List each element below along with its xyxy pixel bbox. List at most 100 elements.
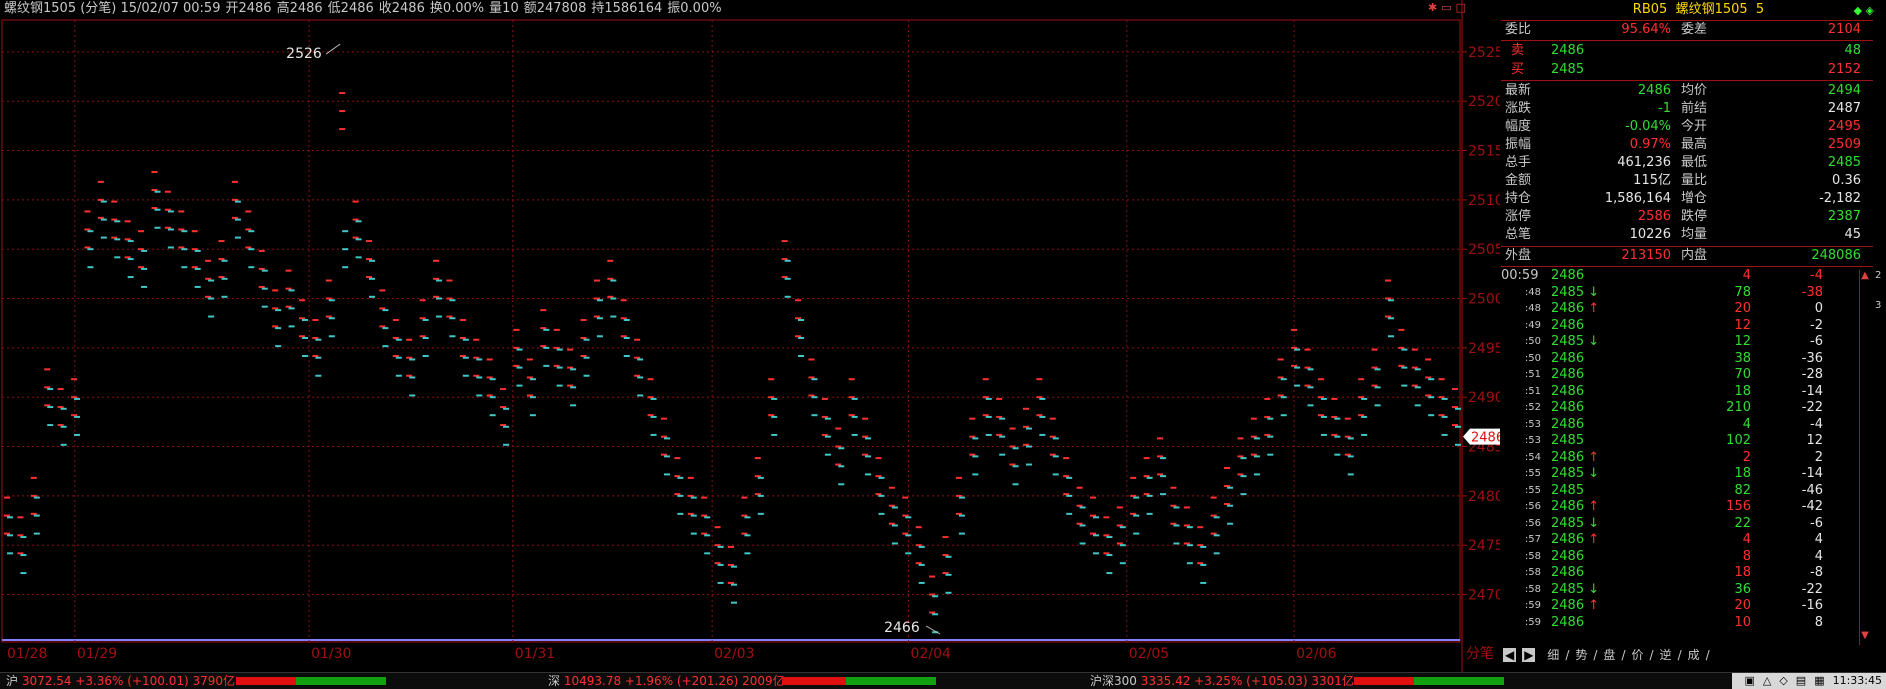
stat-value: 2487 (1827, 101, 1861, 116)
side-tab-2[interactable]: 3 (1875, 300, 1885, 311)
printer-icon[interactable]: ▣ (1744, 674, 1754, 687)
tick-row[interactable]: :56 2485 ↓ 22 -6 (1501, 516, 1857, 532)
y-tick-label: 2490 (1468, 390, 1500, 406)
tick-row[interactable]: :53 2485 102 12 (1501, 433, 1857, 449)
x-tick-label: 02/04 (911, 646, 951, 662)
hs300-index[interactable]: 沪深300 3335.42 +3.25% (+105.03) 3301亿 (1090, 673, 1354, 689)
next-page-icon[interactable]: ▶ (1522, 648, 1536, 662)
doc-icon[interactable]: ▤ (1796, 674, 1806, 687)
tab-separator: / (1621, 648, 1626, 662)
tick-row[interactable]: :59 2486 10 8 (1501, 615, 1857, 631)
tick-price-value: 2485 (1551, 466, 1585, 481)
tick-row[interactable]: :52 2486 210 -22 (1501, 400, 1857, 416)
stat-value: -1 (1658, 101, 1671, 116)
hs300-index-name: 沪深300 (1090, 674, 1137, 688)
stat-value: 10226 (1629, 227, 1671, 242)
sh-down-bar (296, 677, 386, 685)
tick-row[interactable]: :59 2486 ↑ 20 -16 (1501, 598, 1857, 614)
tick-row[interactable]: :51 2486 70 -28 (1501, 367, 1857, 383)
panel-tab[interactable]: 逆 (1660, 648, 1672, 662)
sell-row[interactable]: 卖 2486 48 (1501, 42, 1873, 60)
tick-price: 2486 ↑ (1551, 301, 1599, 317)
weibi-row: 委比 95.64% 委差 2104 (1501, 21, 1873, 39)
contract-suffix: 5 (1755, 2, 1765, 17)
prev-page-icon[interactable]: ◀ (1503, 648, 1517, 662)
tick-volume: 78 (1734, 284, 1751, 300)
tick-oi-change: -6 (1810, 515, 1823, 531)
toggle-icon[interactable]: ◈ (1866, 4, 1874, 17)
waipan-label: 外盘 (1505, 248, 1532, 263)
side-tab-1[interactable]: 2 (1875, 270, 1885, 281)
tick-row[interactable]: :48 2485 ↓ 78 -38 (1501, 285, 1857, 301)
tick-scrollbar[interactable] (1859, 270, 1872, 645)
stat-value: 461,236 (1617, 155, 1671, 170)
tick-price-value: 2486 (1551, 383, 1585, 399)
panel-tab[interactable]: 成 (1688, 648, 1700, 662)
tick-oi-change: -22 (1801, 400, 1823, 415)
tag-icon[interactable]: ◇ (1779, 674, 1787, 687)
chat-icon[interactable]: ▦ (1814, 674, 1824, 687)
tick-row[interactable]: :55 2485 ↓ 18 -14 (1501, 466, 1857, 482)
tick-price: 2486 (1551, 367, 1584, 383)
tick-chart[interactable]: 螺纹钢1505 (分笔) 15/02/07 00:59 开2486 高2486 低24… (0, 0, 1500, 672)
scroll-up-icon[interactable]: ▲ (1859, 270, 1871, 282)
panel-tab[interactable]: 势 (1575, 648, 1587, 662)
stat-label: 今开 (1681, 119, 1708, 134)
sz-index[interactable]: 深 10493.78 +1.96% (+201.26) 2009亿 (548, 673, 785, 689)
panel-tab[interactable]: 盘 (1603, 648, 1615, 662)
tick-row[interactable]: :55 2485 82 -46 (1501, 483, 1857, 499)
tick-row[interactable]: :56 2486 ↑ 156 -42 (1501, 499, 1857, 515)
pin-icon[interactable]: ◆ (1854, 4, 1862, 17)
tick-row[interactable]: :53 2486 4 -4 (1501, 417, 1857, 433)
stat-label: 前结 (1681, 101, 1708, 116)
tick-price-value: 2486 (1551, 548, 1585, 564)
tick-price: 2486 (1551, 318, 1584, 334)
buy-row[interactable]: 买 2485 2152 (1501, 61, 1873, 79)
stat-label: 涨跌 (1505, 101, 1532, 116)
tick-row[interactable]: :58 2486 8 4 (1501, 549, 1857, 565)
tick-oi-change: -14 (1801, 466, 1823, 481)
tick-time: :48 (1524, 286, 1541, 298)
tick-time: :55 (1524, 484, 1541, 496)
sh-index[interactable]: 沪 3072.54 +3.36% (+100.01) 3790亿 (6, 673, 235, 689)
tick-row[interactable]: :54 2486 ↑ 2 2 (1501, 450, 1857, 466)
stat-label: 总笔 (1505, 227, 1532, 242)
tick-row[interactable]: :49 2486 12 -2 (1501, 318, 1857, 334)
buy-volume: 2152 (1827, 62, 1861, 77)
tick-time: :58 (1524, 583, 1541, 595)
tick-row[interactable]: :57 2486 ↑ 4 4 (1501, 532, 1857, 548)
contract-code: RB05 (1632, 2, 1668, 17)
chart-canvas[interactable]: 2470247524802485249024952500250525102515… (0, 0, 1500, 672)
tick-oi-change: -38 (1801, 284, 1823, 300)
tick-time: :52 (1524, 402, 1541, 413)
clock-time: 11:33:45 (1832, 674, 1882, 687)
tick-row[interactable]: :51 2486 18 -14 (1501, 384, 1857, 400)
panel-tab[interactable]: 细 (1547, 648, 1559, 662)
stat-value: 2485 (1827, 155, 1861, 170)
y-tick-label: 2520 (1468, 94, 1500, 110)
tick-row[interactable]: 00:59 2486 4 -4 (1501, 268, 1857, 284)
panel-header: RB05 螺纹钢1505 5 ◆ ◈ (1501, 0, 1886, 20)
tick-time: :57 (1524, 534, 1541, 545)
tick-row[interactable]: :50 2486 38 -36 (1501, 351, 1857, 367)
scroll-down-icon[interactable]: ▼ (1859, 630, 1871, 642)
tick-volume: 156 (1726, 499, 1751, 514)
x-tick-label: 02/06 (1296, 646, 1336, 662)
sz-down-bar (846, 677, 936, 685)
tick-time: :58 (1524, 567, 1541, 578)
panel-tab[interactable]: 价 (1631, 648, 1643, 662)
tick-row[interactable]: :50 2485 ↓ 12 -6 (1501, 334, 1857, 350)
tick-time: :55 (1524, 468, 1541, 479)
tick-time: :50 (1524, 336, 1541, 347)
tick-row[interactable]: :48 2486 ↑ 20 0 (1501, 301, 1857, 317)
tick-row[interactable]: :58 2485 ↓ 36 -22 (1501, 582, 1857, 598)
stat-value: 2586 (1637, 209, 1671, 224)
x-tick-label: 01/28 (7, 646, 47, 662)
stat-value: 2387 (1827, 209, 1861, 224)
tick-volume: 82 (1734, 482, 1751, 498)
tick-volume: 12 (1734, 317, 1751, 333)
alert-icon[interactable]: △ (1763, 674, 1771, 687)
tick-volume: 4 (1742, 268, 1751, 283)
tick-direction-icon: ↓ (1588, 334, 1600, 349)
tick-row[interactable]: :58 2486 18 -8 (1501, 565, 1857, 581)
